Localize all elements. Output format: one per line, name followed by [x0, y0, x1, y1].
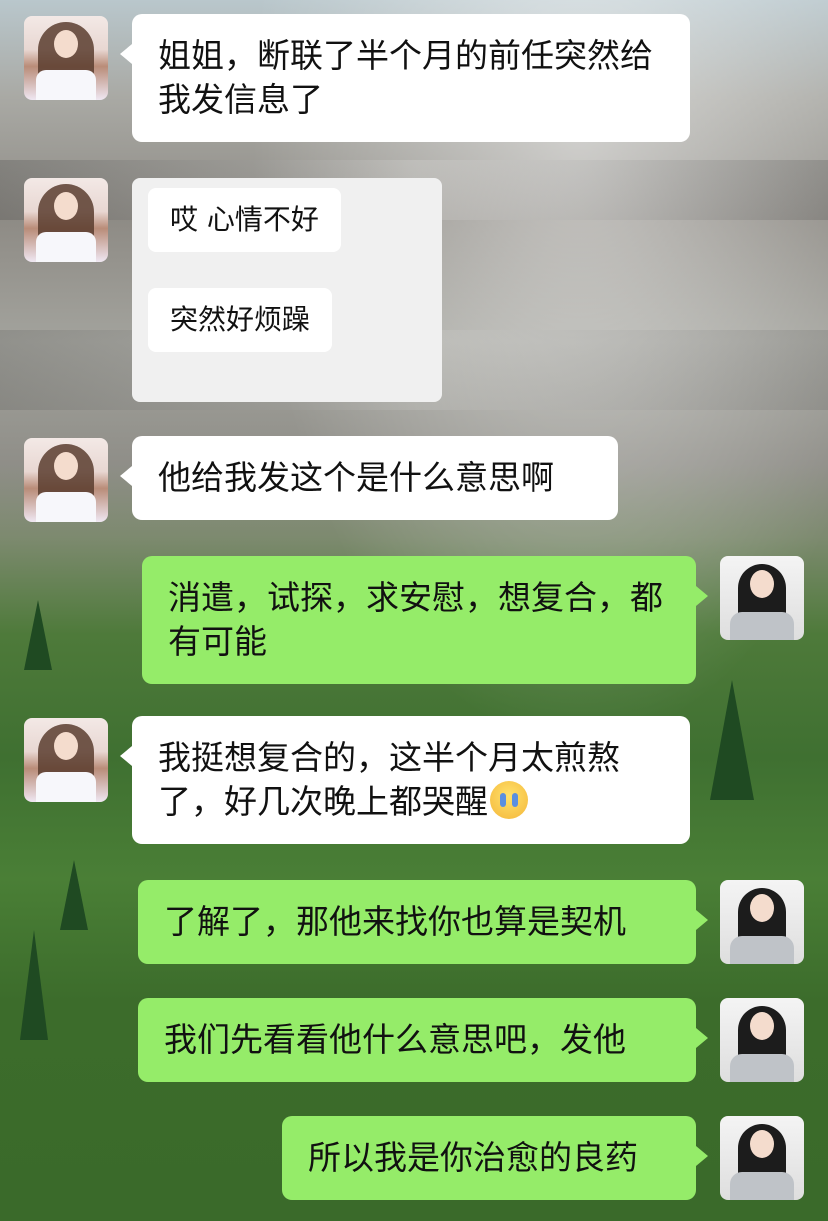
- forwarded-message: 突然好烦躁: [148, 288, 333, 352]
- message-text: 我们先看看他什么意思吧，发他: [164, 1020, 626, 1059]
- message-bubble[interactable]: 他给我发这个是什么意思啊: [120, 436, 618, 520]
- avatar[interactable]: [720, 880, 804, 964]
- message-text: 姐姐，断联了半个月的前任突然给我发信息了: [158, 36, 653, 119]
- avatar-shirt: [36, 232, 96, 262]
- message-bubble[interactable]: 我们先看看他什么意思吧，发他: [138, 998, 708, 1082]
- forwarded-message-text: 突然好烦躁: [170, 303, 311, 336]
- avatar-face: [750, 894, 774, 922]
- pine-tree: [24, 600, 52, 670]
- avatar-face: [750, 1130, 774, 1158]
- pine-tree: [710, 680, 754, 800]
- message-text: 所以我是你治愈的良药: [308, 1138, 638, 1177]
- avatar-shirt: [36, 492, 96, 522]
- message-bubble[interactable]: 姐姐，断联了半个月的前任突然给我发信息了: [120, 14, 690, 142]
- avatar-face: [54, 732, 78, 760]
- avatar[interactable]: [720, 556, 804, 640]
- pine-tree: [20, 930, 48, 1040]
- avatar[interactable]: [24, 178, 108, 262]
- message-text: 消遣，试探，求安慰，想复合，都有可能: [168, 578, 663, 661]
- crying-face-icon: [490, 781, 528, 819]
- avatar-shirt: [36, 70, 96, 100]
- message-text: 了解了，那他来找你也算是契机: [164, 902, 626, 941]
- avatar-face: [54, 192, 78, 220]
- pine-tree: [60, 860, 88, 930]
- message-text: 他给我发这个是什么意思啊: [158, 458, 554, 497]
- avatar[interactable]: [720, 1116, 804, 1200]
- message-bubble[interactable]: 了解了，那他来找你也算是契机: [138, 880, 708, 964]
- message-bubble[interactable]: 消遣，试探，求安慰，想复合，都有可能: [142, 556, 708, 684]
- message-bubble[interactable]: 我挺想复合的，这半个月太煎熬了，好几次晚上都哭醒: [120, 716, 690, 844]
- avatar-coat: [730, 612, 794, 640]
- avatar[interactable]: [720, 998, 804, 1082]
- avatar-shirt: [36, 772, 96, 802]
- avatar-coat: [730, 1172, 794, 1200]
- message-bubble[interactable]: 所以我是你治愈的良药: [282, 1116, 708, 1200]
- avatar-face: [750, 1012, 774, 1040]
- message-text: 我挺想复合的，这半个月太煎熬了，好几次晚上都哭醒: [158, 738, 620, 821]
- avatar-face: [750, 570, 774, 598]
- forwarded-message: 哎 心情不好: [148, 188, 341, 252]
- avatar-coat: [730, 1054, 794, 1082]
- forwarded-messages-card[interactable]: 哎 心情不好 突然好烦躁: [132, 178, 442, 402]
- avatar-face: [54, 452, 78, 480]
- avatar-coat: [730, 936, 794, 964]
- avatar[interactable]: [24, 16, 108, 100]
- avatar-face: [54, 30, 78, 58]
- forwarded-message-text: 哎 心情不好: [170, 203, 319, 236]
- avatar[interactable]: [24, 438, 108, 522]
- avatar[interactable]: [24, 718, 108, 802]
